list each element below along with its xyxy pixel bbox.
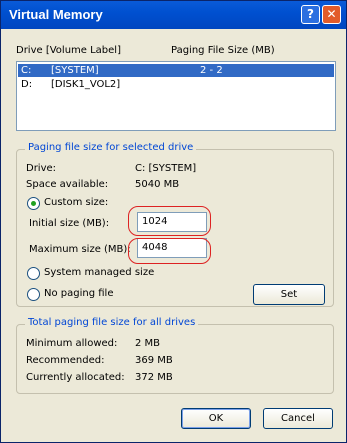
initial-size-label: Initial size (MB): — [29, 218, 110, 229]
recommended-label: Recommended: — [26, 355, 105, 366]
total-size-group-title: Total paging file size for all drives — [25, 317, 199, 328]
drive-label: [DISK1_VOL2] — [51, 79, 121, 90]
virtual-memory-dialog: Virtual Memory ? ✕ Drive [Volume Label] … — [0, 0, 347, 443]
total-size-group: Total paging file size for all drives Mi… — [16, 317, 334, 394]
no-paging-label: No paging file — [44, 288, 114, 299]
drive-list[interactable]: C: [SYSTEM] 2 - 2 D: [DISK1_VOL2] — [16, 61, 336, 131]
selected-drive-group-title: Paging file size for selected drive — [25, 142, 197, 153]
custom-size-radio[interactable] — [27, 197, 40, 210]
currently-allocated-label: Currently allocated: — [26, 372, 125, 383]
drive-letter: C: — [21, 65, 32, 76]
drive-value: C: [SYSTEM] — [135, 163, 197, 174]
minimum-allowed-label: Minimum allowed: — [26, 338, 118, 349]
minimum-allowed-value: 2 MB — [135, 338, 161, 349]
drive-letter: D: — [21, 79, 33, 90]
no-paging-radio[interactable] — [27, 288, 40, 301]
drive-row-c[interactable]: C: [SYSTEM] 2 - 2 — [18, 64, 334, 77]
drive-paging-size: 2 - 2 — [200, 65, 223, 76]
space-available-label: Space available: — [26, 179, 109, 190]
maximum-size-annotation — [128, 238, 211, 264]
currently-allocated-value: 372 MB — [135, 372, 173, 383]
space-available-value: 5040 MB — [135, 179, 180, 190]
title-bar[interactable]: Virtual Memory ? ✕ — [1, 1, 346, 29]
system-managed-label: System managed size — [44, 267, 155, 278]
recommended-value: 369 MB — [135, 355, 173, 366]
drive-label-text: Drive: — [26, 163, 57, 174]
initial-size-annotation — [128, 206, 211, 236]
system-managed-radio[interactable] — [27, 267, 40, 280]
close-button[interactable]: ✕ — [322, 5, 341, 24]
drive-column-header: Drive [Volume Label] — [16, 45, 121, 56]
maximum-size-label: Maximum size (MB): — [29, 244, 131, 255]
drive-label: [SYSTEM] — [51, 65, 99, 76]
drive-row-d[interactable]: D: [DISK1_VOL2] — [18, 78, 334, 91]
set-button[interactable]: Set — [253, 284, 325, 305]
selected-drive-group: Paging file size for selected drive Driv… — [16, 142, 334, 307]
ok-button[interactable]: OK — [181, 408, 251, 429]
custom-size-label: Custom size: — [44, 197, 109, 208]
help-button[interactable]: ? — [301, 5, 320, 24]
paging-column-header: Paging File Size (MB) — [171, 45, 275, 56]
window-title: Virtual Memory — [9, 7, 103, 22]
cancel-button[interactable]: Cancel — [263, 408, 333, 429]
